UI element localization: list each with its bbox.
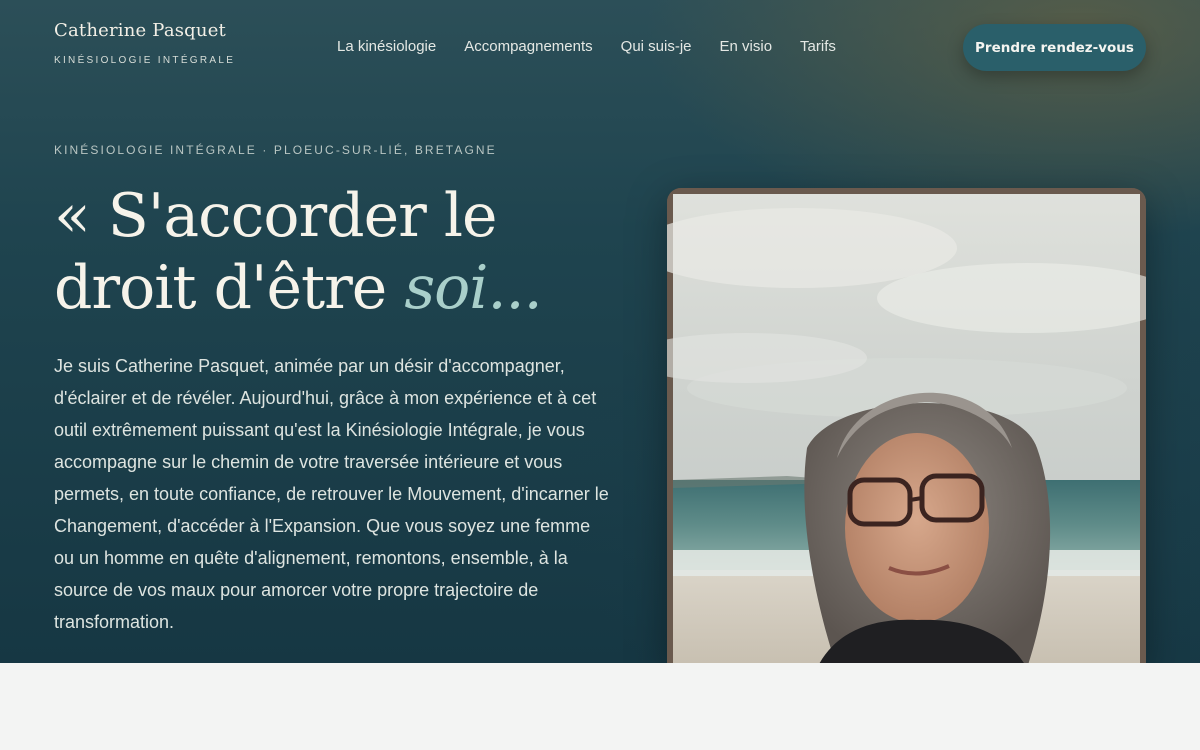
headline-accent: soi... (404, 253, 542, 323)
hero-headline: « S'accorder le droit d'être soi... (54, 180, 614, 324)
main-nav: La kinésiologie Accompagnements Qui suis… (337, 38, 836, 55)
nav-item-en-visio[interactable]: En visio (720, 38, 773, 55)
brand[interactable]: Catherine Pasquet Kinésiologie Intégrale (54, 20, 235, 66)
nav-item-qui-suis-je[interactable]: Qui suis-je (621, 38, 692, 55)
headline-line-2: droit d'être (54, 253, 405, 323)
hero-eyebrow: Kinésiologie Intégrale · Ploeuc-sur-Lié,… (54, 143, 497, 157)
next-section (0, 663, 1200, 750)
brand-name[interactable]: Catherine Pasquet (54, 20, 235, 41)
nav-item-kinesiologie[interactable]: La kinésiologie (337, 38, 436, 55)
portrait-photo (667, 188, 1146, 663)
hero-intro-text: Je suis Catherine Pasquet, animée par un… (54, 356, 609, 632)
book-appointment-button[interactable]: Prendre rendez-vous (963, 24, 1146, 71)
headline-line-1: « S'accorder le (54, 181, 498, 251)
nav-item-accompagnements[interactable]: Accompagnements (464, 38, 592, 55)
nav-item-tarifs[interactable]: Tarifs (800, 38, 836, 55)
portrait-image (667, 188, 1146, 663)
hero-section: Catherine Pasquet Kinésiologie Intégrale… (0, 0, 1200, 663)
brand-tagline: Kinésiologie Intégrale (54, 55, 236, 66)
